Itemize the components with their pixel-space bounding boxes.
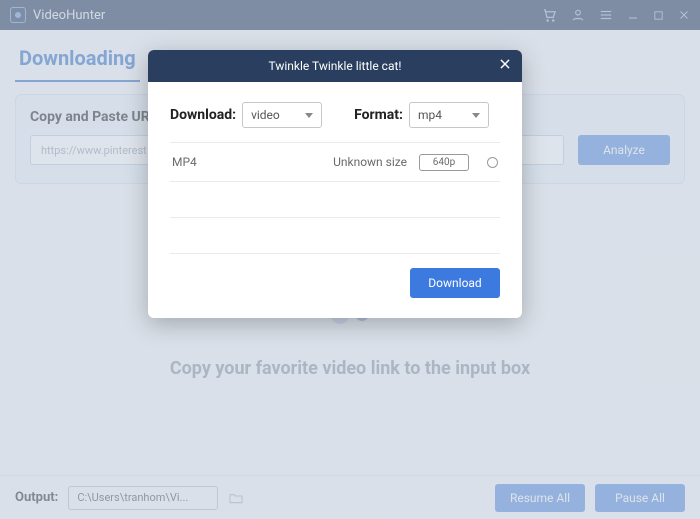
format-select[interactable]: mp4 — [409, 102, 489, 128]
format-label: Format: — [354, 107, 403, 123]
option-row[interactable]: MP4 Unknown size 640p — [170, 142, 500, 182]
option-row-empty — [170, 182, 500, 218]
chevron-down-icon — [305, 113, 313, 118]
modal-title: Twinkle Twinkle little cat! — [269, 59, 402, 73]
download-modal: Twinkle Twinkle little cat! Download: vi… — [148, 50, 522, 318]
download-type-value: video — [251, 108, 280, 122]
download-type-label: Download: — [170, 107, 236, 123]
option-radio[interactable] — [487, 157, 498, 168]
format-value: mp4 — [418, 108, 442, 122]
modal-header: Twinkle Twinkle little cat! — [148, 50, 522, 82]
option-format: MP4 — [172, 155, 272, 169]
option-size: Unknown size — [272, 155, 419, 169]
download-type-select[interactable]: video — [242, 102, 322, 128]
option-row-empty — [170, 218, 500, 254]
modal-close-button[interactable] — [498, 57, 512, 71]
option-quality[interactable]: 640p — [419, 154, 469, 171]
selectors-row: Download: video Format: mp4 — [170, 102, 500, 128]
chevron-down-icon — [472, 113, 480, 118]
download-button[interactable]: Download — [410, 268, 500, 298]
